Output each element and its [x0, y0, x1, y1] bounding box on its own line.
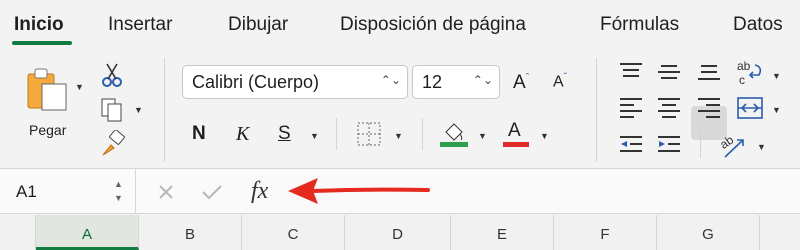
orientation-icon[interactable]: ab: [715, 132, 749, 160]
format-painter-icon[interactable]: [98, 130, 126, 158]
align-left-icon[interactable]: [618, 96, 644, 118]
merge-center-icon[interactable]: [736, 96, 764, 120]
column-header-e[interactable]: E: [451, 215, 554, 250]
increase-font-glyph: A: [513, 72, 526, 93]
font-color-dropdown-icon[interactable]: ▼: [540, 131, 549, 141]
column-header-a[interactable]: A: [36, 215, 139, 250]
bold-button[interactable]: N: [192, 123, 206, 145]
decrease-font-mark-icon: ˇ: [563, 72, 568, 83]
paste-dropdown-icon[interactable]: ▼: [75, 82, 84, 92]
group-separator: [422, 118, 423, 150]
align-middle-icon[interactable]: [656, 62, 682, 84]
paste-icon: [27, 68, 67, 111]
orientation-dropdown-icon[interactable]: ▼: [757, 142, 766, 152]
increase-font-mark-icon: ˆ: [525, 72, 530, 84]
italic-button[interactable]: K: [236, 123, 249, 146]
underline-dropdown-icon[interactable]: ▼: [310, 131, 319, 141]
tab-dibujar[interactable]: Dibujar: [228, 14, 288, 36]
borders-dropdown-icon[interactable]: ▼: [394, 131, 403, 141]
chevron-updown-icon: ⌃⌄: [380, 73, 401, 87]
column-header-g[interactable]: G: [657, 215, 760, 250]
scissors-icon[interactable]: [100, 62, 124, 88]
ribbon-home: ▼ Pegar ▼ Calibri (Cuerpo) ⌃⌄ 12 ⌃⌄ Aˆ A…: [0, 50, 800, 168]
decrease-font-glyph: A: [553, 73, 564, 91]
name-box-value: A1: [16, 182, 37, 201]
tab-disposicion-de-pagina[interactable]: Disposición de página: [340, 14, 526, 36]
column-header-c[interactable]: C: [242, 215, 345, 250]
group-separator: [164, 58, 165, 162]
align-right-icon[interactable]: [696, 96, 722, 118]
increase-font-size-button[interactable]: Aˆ: [513, 72, 529, 94]
increase-indent-icon[interactable]: [656, 134, 682, 158]
column-header-d[interactable]: D: [345, 215, 451, 250]
tab-inicio[interactable]: Inicio: [14, 14, 64, 36]
align-center-icon[interactable]: [656, 96, 682, 118]
font-size-value: 12: [422, 72, 443, 92]
underline-button[interactable]: S: [278, 123, 291, 145]
fill-color-icon[interactable]: [440, 118, 468, 148]
name-box-stepper-icon[interactable]: ▲ ▼: [114, 177, 123, 205]
copy-dropdown-icon[interactable]: ▼: [134, 105, 143, 115]
column-header-f[interactable]: F: [554, 215, 657, 250]
enter-icon[interactable]: [201, 183, 223, 201]
tab-datos[interactable]: Datos: [733, 14, 783, 36]
font-color-button[interactable]: A: [508, 120, 521, 142]
decrease-indent-icon[interactable]: [618, 134, 644, 158]
svg-text:ab: ab: [737, 59, 751, 73]
font-color-swatch: [503, 142, 529, 147]
formula-bar: A1 ▲ ▼ fx: [0, 168, 800, 214]
merge-dropdown-icon[interactable]: ▼: [772, 105, 781, 115]
svg-text:c: c: [739, 73, 745, 87]
font-name-select[interactable]: Calibri (Cuerpo) ⌃⌄: [182, 65, 408, 99]
select-all-corner[interactable]: [0, 215, 36, 250]
group-separator: [336, 118, 337, 150]
font-size-select[interactable]: 12 ⌃⌄: [412, 65, 500, 99]
fill-color-dropdown-icon[interactable]: ▼: [478, 131, 487, 141]
align-bottom-icon[interactable]: [696, 62, 722, 84]
font-name-value: Calibri (Cuerpo): [192, 72, 320, 92]
wrap-text-icon[interactable]: ab c: [737, 59, 767, 87]
chevron-updown-icon: ⌃⌄: [472, 73, 493, 87]
group-separator: [700, 130, 701, 158]
copy-icon[interactable]: [98, 96, 126, 124]
column-header-b[interactable]: B: [139, 215, 242, 250]
active-tab-indicator: [12, 41, 72, 45]
paste-label: Pegar: [29, 122, 67, 138]
decrease-font-size-button[interactable]: Aˇ: [553, 72, 567, 91]
name-box[interactable]: A1 ▲ ▼: [0, 169, 136, 213]
column-headers: A B C D E F G: [0, 215, 800, 250]
wrap-text-dropdown-icon[interactable]: ▼: [772, 71, 781, 81]
ribbon-tabs: Inicio Insertar Dibujar Disposición de p…: [0, 0, 800, 50]
formula-input[interactable]: [300, 175, 790, 207]
borders-icon[interactable]: [355, 120, 383, 148]
group-separator: [596, 58, 597, 162]
insert-function-button[interactable]: fx: [251, 178, 268, 205]
font-color-glyph: A: [508, 120, 521, 141]
tab-formulas[interactable]: Fórmulas: [600, 14, 679, 36]
cancel-icon[interactable]: [157, 183, 175, 201]
align-top-icon[interactable]: [618, 60, 644, 82]
tab-insertar[interactable]: Insertar: [108, 14, 172, 36]
